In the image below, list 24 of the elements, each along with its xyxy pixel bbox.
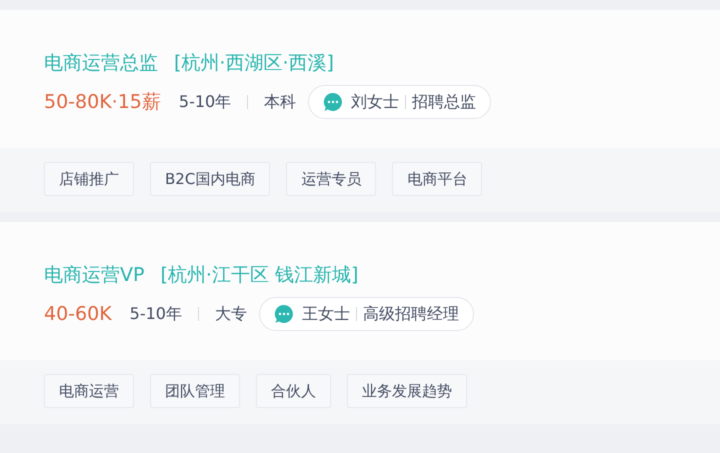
skill-tag[interactable]: B2C国内电商	[150, 162, 270, 196]
skill-tag[interactable]: 运营专员	[286, 162, 376, 196]
chat-bubble-icon	[323, 92, 344, 112]
recruiter-name: 王女士	[302, 304, 350, 324]
education-text: 大专	[214, 304, 247, 324]
skill-tag[interactable]: 团队管理	[150, 374, 240, 408]
recruiter-chip[interactable]: 刘女士 招聘总监	[308, 85, 492, 119]
recruiter-chip[interactable]: 王女士 高级招聘经理	[258, 297, 474, 331]
salary-text: 50-80K·15薪	[44, 90, 161, 115]
chat-bubble-icon	[274, 304, 294, 324]
experience-text: 5-10年	[178, 92, 232, 112]
education-text: 本科	[264, 92, 296, 112]
job-location: [杭州·西湖区·西溪]	[174, 51, 334, 75]
skill-tag[interactable]: 电商平台	[392, 162, 482, 196]
skill-tag[interactable]: 店铺推广	[44, 162, 134, 196]
recruiter-role: 招聘总监	[412, 92, 476, 112]
skill-tag[interactable]: 合伙人	[256, 374, 331, 408]
skill-tag[interactable]: 电商运营	[44, 374, 134, 408]
experience-text: 5-10年	[130, 304, 182, 324]
recruiter-name: 刘女士	[351, 92, 400, 112]
skill-tag[interactable]: 业务发展趋势	[347, 374, 467, 408]
recruiter-role: 高级招聘经理	[362, 304, 459, 324]
job-location: [杭州·江干区 钱江新城]	[160, 263, 358, 287]
salary-text: 40-60K	[44, 303, 112, 325]
